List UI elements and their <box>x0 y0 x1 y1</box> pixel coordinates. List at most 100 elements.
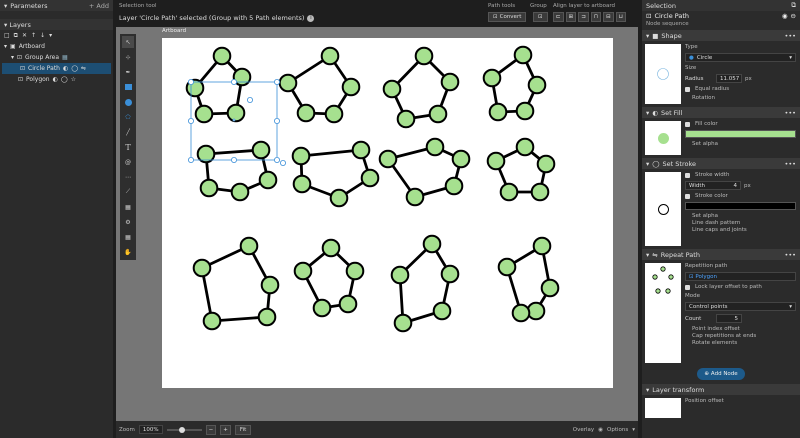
circle-node[interactable] <box>258 170 278 190</box>
mode-select[interactable]: Control points ▾ <box>685 302 796 311</box>
zoom-slider[interactable] <box>166 426 202 433</box>
chevron-down-icon[interactable]: ▾ <box>11 54 14 61</box>
lock-offset-checkbox[interactable] <box>685 284 690 290</box>
fill-section-header[interactable]: ▾ ◐ Set Fill ••• <box>642 107 800 118</box>
circle-node[interactable] <box>527 75 547 95</box>
artboard[interactable] <box>162 38 613 388</box>
circle-node[interactable] <box>444 176 464 196</box>
zoom-slider-thumb[interactable] <box>179 426 186 433</box>
align-right-button[interactable]: ⊐ <box>578 12 589 22</box>
equal-radius-checkbox[interactable] <box>685 86 690 92</box>
line-tool[interactable]: ╱ <box>122 126 134 138</box>
chevron-down-icon[interactable]: ▾ <box>632 427 635 433</box>
selection-handle[interactable] <box>280 160 287 167</box>
fit-button[interactable]: Fit <box>234 424 252 435</box>
fill-color-checkbox[interactable] <box>685 121 690 127</box>
chevron-down-icon[interactable]: ▾ <box>4 43 7 50</box>
canvas-viewport[interactable]: ↖ ⊹ ✒ ⬠ ╱ T @ ⋯ ⟋ ▦ ⚙ ▦ ✋ Artboard <box>116 27 638 421</box>
selection-handle[interactable] <box>232 118 236 122</box>
zoom-field[interactable]: 100% <box>138 425 163 434</box>
new-group-icon[interactable]: ⧉ <box>14 32 18 40</box>
align-left-button[interactable]: ⊏ <box>553 12 564 22</box>
stroke-color-swatch[interactable] <box>685 202 796 210</box>
point-index-offset-label[interactable]: Point index offset <box>685 326 796 332</box>
circle-node[interactable] <box>212 46 232 66</box>
more-icon[interactable]: ••• <box>784 251 796 259</box>
more-icon[interactable]: ••• <box>784 160 796 168</box>
circle-node[interactable] <box>341 77 361 97</box>
circle-node[interactable] <box>428 104 448 124</box>
align-top-button[interactable]: ⊓ <box>590 12 602 22</box>
pen-tool[interactable]: ✒ <box>122 66 134 78</box>
repeat-group-7[interactable] <box>378 137 471 207</box>
expand-icon[interactable]: ▾ <box>49 32 52 39</box>
circle-node[interactable] <box>345 261 365 281</box>
add-node-button[interactable]: ⊕ Add Node <box>697 368 745 380</box>
layer-item-group-area[interactable]: ▾ ⊡ Group Area ▦ <box>0 52 113 63</box>
set-alpha-label[interactable]: Set alpha <box>685 213 796 219</box>
repeat-group-5[interactable] <box>196 140 278 202</box>
selection-handle[interactable] <box>274 157 281 164</box>
circle-node[interactable] <box>320 46 340 66</box>
selection-handle[interactable] <box>231 79 238 86</box>
overlay-label[interactable]: Overlay <box>573 427 594 433</box>
align-bottom-button[interactable]: ⊔ <box>615 12 627 22</box>
down-icon[interactable]: ↓ <box>40 32 45 39</box>
circle-node[interactable] <box>260 275 280 295</box>
type-select[interactable]: ● Circle ▾ <box>685 53 796 62</box>
repeat-group-9[interactable] <box>192 236 280 331</box>
table-tool[interactable]: ▦ <box>122 231 134 243</box>
polygon-path[interactable] <box>505 244 552 315</box>
more-icon[interactable]: ••• <box>784 109 796 117</box>
align-center-h-button[interactable]: ⊞ <box>565 12 577 22</box>
circle-node[interactable] <box>360 168 380 188</box>
repeat-group-10[interactable] <box>293 238 365 318</box>
rotation-label[interactable]: Rotation <box>685 95 796 101</box>
circle-node[interactable] <box>511 303 531 323</box>
zoom-in-button[interactable]: + <box>220 424 231 435</box>
circle-node[interactable] <box>226 103 246 123</box>
circle-node[interactable] <box>192 258 212 278</box>
selection-handle[interactable] <box>187 157 194 164</box>
selection-handle[interactable] <box>274 118 281 125</box>
circle-node[interactable] <box>515 101 535 121</box>
circle-node[interactable] <box>405 187 425 207</box>
repeat-section-header[interactable]: ▾ ⇋ Repeat Path ••• <box>642 249 800 260</box>
eye-icon[interactable]: ◉ <box>782 12 788 20</box>
fill-color-swatch[interactable] <box>685 130 796 138</box>
grid-tool[interactable]: ▦ <box>122 201 134 213</box>
layer-item-artboard[interactable]: ▾ ▣ Artboard <box>0 41 113 52</box>
lock-icon[interactable]: ⊖ <box>791 12 796 20</box>
circle-node[interactable] <box>329 188 349 208</box>
stroke-section-header[interactable]: ▾ ◯ Set Stroke ••• <box>642 158 800 169</box>
polygon-tool[interactable]: ⬠ <box>122 111 134 123</box>
circle-node[interactable] <box>202 311 222 331</box>
circle-node[interactable] <box>239 236 259 256</box>
circle-node[interactable] <box>378 149 398 169</box>
polygon-path[interactable] <box>200 244 272 323</box>
repeat-group-6[interactable] <box>291 140 380 208</box>
chevron-down-icon[interactable]: ▾ <box>4 21 7 29</box>
circle-node[interactable] <box>382 79 402 99</box>
circle-node[interactable] <box>414 46 434 66</box>
circle-node[interactable] <box>293 261 313 281</box>
chevron-down-icon[interactable]: ▾ <box>4 2 7 10</box>
eye-icon[interactable]: ◉ <box>598 427 603 433</box>
circle-node[interactable] <box>440 72 460 92</box>
rotate-elements-label[interactable]: Rotate elements <box>685 340 796 346</box>
repeat-group-2[interactable] <box>278 46 361 124</box>
align-middle-button[interactable]: ⊟ <box>603 12 614 22</box>
artwork[interactable] <box>162 38 613 388</box>
repeat-group-12[interactable] <box>497 236 560 323</box>
circle-node[interactable] <box>422 234 442 254</box>
stroke-width-checkbox[interactable] <box>685 172 690 178</box>
width-input[interactable]: Width 4 <box>685 181 741 190</box>
circle-node[interactable] <box>312 298 332 318</box>
circle-node[interactable] <box>351 140 371 160</box>
zoom-out-button[interactable]: − <box>205 424 217 435</box>
circle-node[interactable] <box>530 182 550 202</box>
new-layer-icon[interactable]: □ <box>4 32 10 39</box>
set-alpha-label[interactable]: Set alpha <box>685 141 796 147</box>
circle-node[interactable] <box>451 149 471 169</box>
options-label[interactable]: Options <box>607 427 628 433</box>
